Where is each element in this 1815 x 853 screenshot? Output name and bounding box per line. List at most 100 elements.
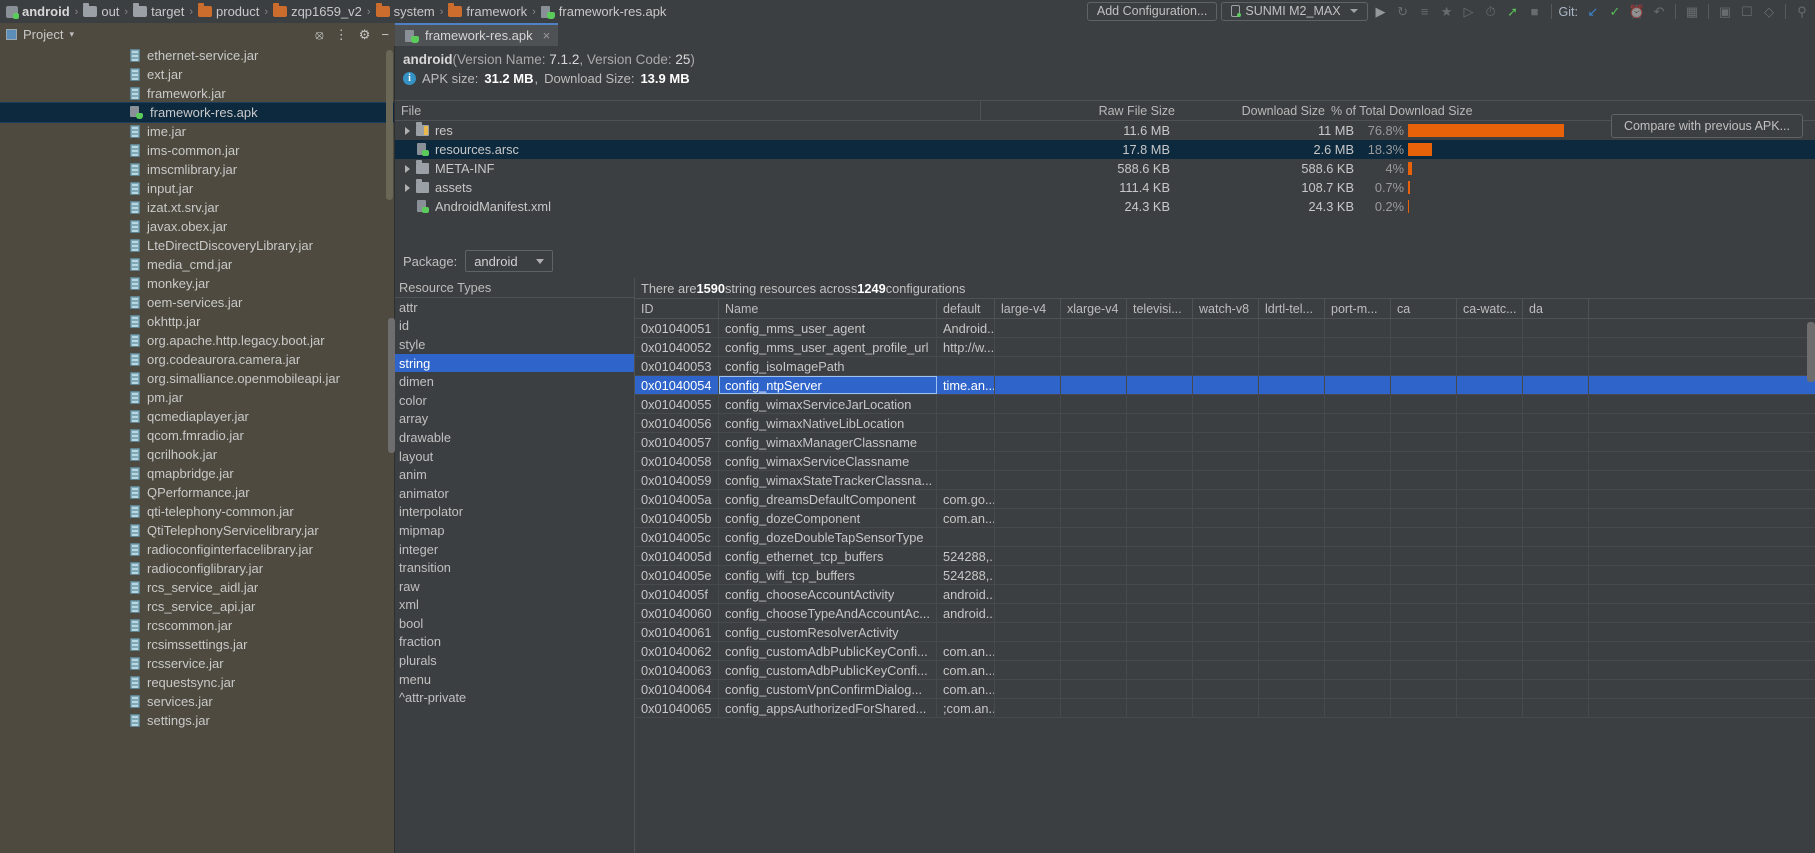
resource-type-item[interactable]: style [395, 335, 634, 354]
resource-table-row[interactable]: 0x01040051 config_mms_user_agent Android..… [635, 319, 1815, 338]
resource-type-item[interactable]: animator [395, 484, 634, 503]
resource-type-item[interactable]: ^attr-private [395, 688, 634, 707]
breadcrumb-item-product[interactable]: product [196, 3, 261, 19]
project-tree-item[interactable]: framework-res.apk [0, 102, 394, 123]
settings-gear-icon[interactable]: ⚙ [359, 27, 371, 43]
search-everywhere-icon[interactable]: ⚲ [1793, 2, 1811, 21]
project-tree-item[interactable]: javax.obex.jar [0, 217, 394, 236]
resource-table-row[interactable]: 0x0104005b config_dozeComponent com.an... [635, 509, 1815, 528]
resource-table-row[interactable]: 0x01040060 config_chooseTypeAndAccountAc.… [635, 604, 1815, 623]
resource-column-header[interactable]: ca [1391, 299, 1457, 318]
resource-type-item[interactable]: drawable [395, 428, 634, 447]
breadcrumb-item-zqp1659[interactable]: zqp1659_v2 [271, 3, 364, 19]
project-tree-item[interactable]: framework.jar [0, 84, 394, 103]
commit-check-icon[interactable]: ✓ [1606, 2, 1624, 21]
resource-type-item[interactable]: mipmap [395, 521, 634, 540]
project-tree-item[interactable]: radioconfiglibrary.jar [0, 559, 394, 578]
resource-table-scrollbar[interactable] [1807, 322, 1815, 382]
resource-type-item[interactable]: attr [395, 298, 634, 317]
project-tree-item[interactable]: rcscommon.jar [0, 616, 394, 635]
project-tree-item[interactable]: QtiTelephonyServicelibrary.jar [0, 521, 394, 540]
locate-icon[interactable]: ⦻ [315, 27, 324, 43]
resource-type-item[interactable]: id [395, 317, 634, 336]
file-table-row[interactable]: res 11.6 MB 11 MB 76.8% [395, 121, 1815, 140]
avd-manager-icon[interactable]: ▣ [1716, 2, 1734, 21]
breadcrumb-item-android[interactable]: android [4, 4, 72, 19]
resource-table-row[interactable]: 0x01040058 config_wimaxServiceClassname [635, 452, 1815, 471]
resource-table-row[interactable]: 0x01040053 config_isoImagePath [635, 357, 1815, 376]
resource-table[interactable]: ID Name default large-v4 xlarge-v4 televisi..… [635, 298, 1815, 853]
hide-icon[interactable]: − [381, 27, 389, 42]
resource-types-list[interactable]: Resource Types attr id style string dimen col… [388, 278, 635, 853]
project-tree-item[interactable]: qti-telephony-common.jar [0, 502, 394, 521]
compare-with-previous-apk-button[interactable]: Compare with previous APK... [1610, 114, 1803, 138]
project-tree-item[interactable]: imscmlibrary.jar [0, 160, 394, 179]
resource-table-row[interactable]: 0x0104005f config_chooseAccountActivity an… [635, 585, 1815, 604]
project-tree-item[interactable]: qcmediaplayer.jar [0, 407, 394, 426]
project-tree-item[interactable]: media_cmd.jar [0, 255, 394, 274]
breadcrumb-item-out[interactable]: out [81, 3, 121, 19]
resource-column-header[interactable]: ldrtl-tel... [1259, 299, 1325, 318]
resource-table-row[interactable]: 0x01040057 config_wimaxManagerClassname [635, 433, 1815, 452]
sdk-manager-icon[interactable]: ☐ [1738, 2, 1756, 21]
project-tree-item[interactable]: ims-common.jar [0, 141, 394, 160]
project-tree[interactable]: ethernet-service.jar ext.jar framework.jar… [0, 46, 395, 853]
column-header-raw-file-size[interactable]: Raw File Size [981, 104, 1181, 118]
resource-column-header[interactable]: watch-v8 [1193, 299, 1259, 318]
resource-table-row[interactable]: 0x01040063 config_customAdbPublicKeyConfi… [635, 661, 1815, 680]
project-structure-icon[interactable]: ▦ [1683, 2, 1701, 21]
resource-table-row[interactable]: 0x0104005e config_wifi_tcp_buffers 524288,… [635, 566, 1815, 585]
resource-type-item[interactable]: layout [395, 447, 634, 466]
project-tree-item[interactable]: rcs_service_aidl.jar [0, 578, 394, 597]
project-tree-item[interactable]: rcsservice.jar [0, 654, 394, 673]
project-tree-item[interactable]: qcom.fmradio.jar [0, 426, 394, 445]
resource-type-item[interactable]: dimen [395, 372, 634, 391]
file-table-row[interactable]: AndroidManifest.xml 24.3 KB 24.3 KB 0.2% [395, 197, 1815, 216]
close-icon[interactable]: × [543, 28, 551, 43]
project-tree-item[interactable]: rcs_service_api.jar [0, 597, 394, 616]
stop-icon[interactable]: ■ [1526, 2, 1544, 21]
resource-column-header[interactable]: ID [635, 299, 719, 318]
project-tree-item[interactable]: oem-services.jar [0, 293, 394, 312]
resource-type-item[interactable]: bool [395, 614, 634, 633]
tab-framework-res-apk[interactable]: framework-res.apk × [395, 23, 559, 46]
file-table-row[interactable]: META-INF 588.6 KB 588.6 KB 4% [395, 159, 1815, 178]
breadcrumb-item-target[interactable]: target [131, 3, 186, 19]
column-header-download-size[interactable]: Download Size [1181, 104, 1331, 118]
project-tree-item[interactable]: rcsimssettings.jar [0, 635, 394, 654]
resource-column-header[interactable]: Name [719, 299, 937, 318]
resource-table-row[interactable]: 0x01040054 config_ntpServer time.an... [635, 376, 1815, 395]
resource-type-item[interactable]: transition [395, 558, 634, 577]
resource-column-header[interactable]: default [937, 299, 995, 318]
add-configuration-button[interactable]: Add Configuration... [1086, 2, 1218, 21]
project-tree-item[interactable]: qcrilhook.jar [0, 445, 394, 464]
device-selector[interactable]: SUNMI M2_MAX [1221, 2, 1368, 21]
resource-table-row[interactable]: 0x01040056 config_wimaxNativeLibLocation [635, 414, 1815, 433]
expand-triangle-icon[interactable] [405, 183, 410, 192]
file-table-row[interactable]: resources.arsc 17.8 MB 2.6 MB 18.3% [395, 140, 1815, 159]
project-tree-item[interactable]: monkey.jar [0, 274, 394, 293]
attach-debugger-icon[interactable]: ➚ [1504, 2, 1522, 21]
project-tree-item[interactable]: ime.jar [0, 122, 394, 141]
resource-table-row[interactable]: 0x0104005c config_dozeDoubleTapSensorType [635, 528, 1815, 547]
resource-type-item[interactable]: raw [395, 577, 634, 596]
project-tree-item[interactable]: org.simalliance.openmobileapi.jar [0, 369, 394, 388]
file-table-row[interactable]: assets 111.4 KB 108.7 KB 0.7% [395, 178, 1815, 197]
align-icon[interactable]: ≡ [1416, 2, 1434, 21]
resource-types-scrollbar[interactable] [388, 318, 395, 453]
expand-triangle-icon[interactable] [405, 126, 410, 135]
project-tree-item[interactable]: settings.jar [0, 711, 394, 730]
resource-type-item[interactable]: interpolator [395, 503, 634, 522]
project-tree-item[interactable]: org.codeaurora.camera.jar [0, 350, 394, 369]
resource-table-row[interactable]: 0x01040062 config_customAdbPublicKeyConfi… [635, 642, 1815, 661]
project-tree-item[interactable]: ethernet-service.jar [0, 46, 394, 65]
update-project-icon[interactable]: ↙ [1584, 2, 1602, 21]
resource-column-header[interactable]: large-v4 [995, 299, 1061, 318]
breadcrumb-item-framework[interactable]: framework [446, 3, 529, 19]
project-tree-item[interactable]: okhttp.jar [0, 312, 394, 331]
breadcrumb-item-framework-res-apk[interactable]: framework-res.apk [539, 4, 669, 19]
project-tree-item[interactable]: services.jar [0, 692, 394, 711]
column-header-pct-total-download[interactable]: % of Total Download Size [1331, 104, 1479, 118]
run-step-icon[interactable]: ▷ [1460, 2, 1478, 21]
profiler-icon[interactable]: ⏱ [1482, 2, 1500, 21]
